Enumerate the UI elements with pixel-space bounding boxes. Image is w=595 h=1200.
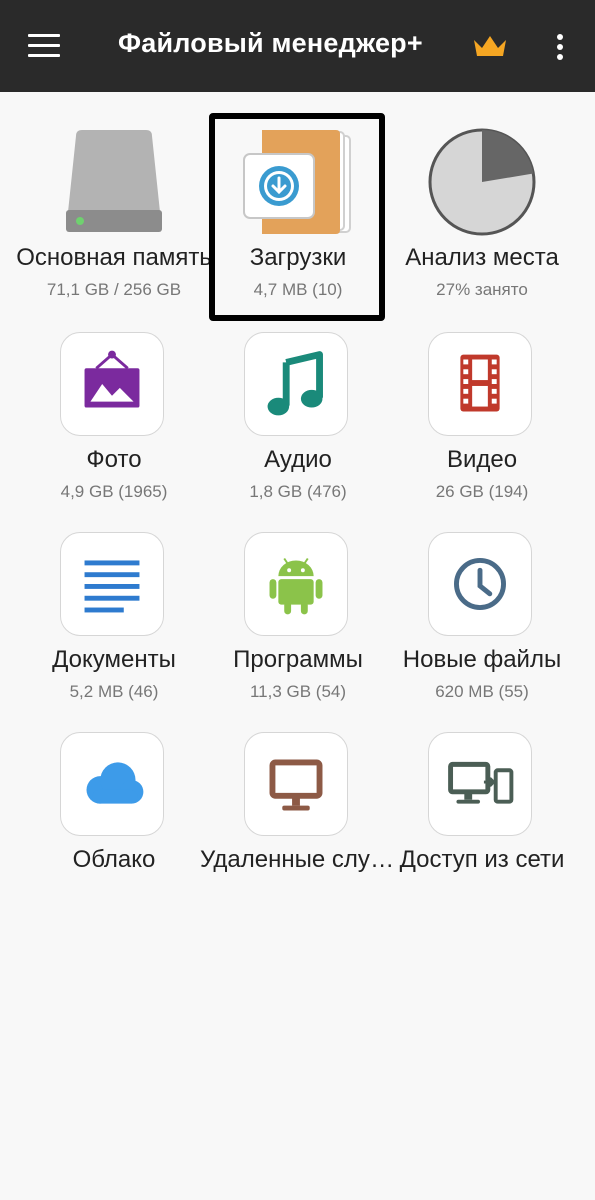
tile-label: Загрузки [249, 244, 347, 271]
tile-downloads[interactable]: Загрузки 4,7 MB (10) [206, 92, 390, 299]
tile-label: Доступ из сети [399, 846, 565, 873]
pie-chart-icon [420, 126, 544, 238]
tile-cloud[interactable]: Облако [22, 694, 206, 894]
tile-main-storage[interactable]: Основная память 71,1 GB / 256 GB [16, 92, 212, 299]
film-strip-icon [428, 332, 532, 436]
tile-label: Новые файлы [402, 646, 562, 673]
more-vertical-icon-dot [557, 54, 563, 60]
crown-icon [474, 36, 506, 56]
tile-label: Фото [86, 446, 142, 473]
premium-button[interactable] [470, 30, 510, 62]
pc-to-phone-icon [428, 732, 532, 836]
music-note-icon [244, 332, 348, 436]
tile-label: Удаленные службы [200, 846, 396, 873]
hamburger-menu-icon-line [28, 44, 60, 47]
picture-icon [60, 332, 164, 436]
tile-space-analysis[interactable]: Анализ места 27% занято [390, 92, 574, 299]
tile-label: Документы [52, 646, 176, 673]
menu-button[interactable] [22, 26, 68, 66]
tile-label: Аудио [264, 446, 332, 473]
tile-documents[interactable]: Документы 5,2 MB (46) [22, 494, 206, 701]
hard-drive-icon [52, 126, 176, 238]
tile-label: Анализ места [405, 244, 559, 271]
tile-label: Программы [233, 646, 363, 673]
more-vertical-icon-dot [557, 44, 563, 50]
tile-network-access[interactable]: Доступ из сети [390, 694, 574, 894]
hamburger-menu-icon [28, 34, 60, 37]
tile-video[interactable]: Видео 26 GB (194) [390, 294, 574, 501]
document-lines-icon [60, 532, 164, 636]
tile-audio[interactable]: Аудио 1,8 GB (476) [206, 294, 390, 501]
more-options-button[interactable] [545, 26, 575, 66]
download-folder-icon [236, 126, 360, 238]
tile-remote[interactable]: Удаленные службы [200, 694, 396, 894]
monitor-icon [244, 732, 348, 836]
tile-label: Видео [446, 446, 518, 473]
tile-label: Основная память [16, 244, 212, 271]
cloud-icon [60, 732, 164, 836]
tile-label: Облако [72, 846, 156, 873]
android-icon [244, 532, 348, 636]
hamburger-menu-icon-line [28, 54, 60, 57]
app-title: Файловый менеджер+ [118, 28, 423, 58]
app-bar: Файловый менеджер+ [0, 0, 595, 92]
tile-apps[interactable]: Программы 11,3 GB (54) [206, 494, 390, 701]
tile-photo[interactable]: Фото 4,9 GB (1965) [22, 294, 206, 501]
more-vertical-icon [557, 34, 563, 40]
tile-new-files[interactable]: Новые файлы 620 MB (55) [390, 494, 574, 701]
clock-icon [428, 532, 532, 636]
